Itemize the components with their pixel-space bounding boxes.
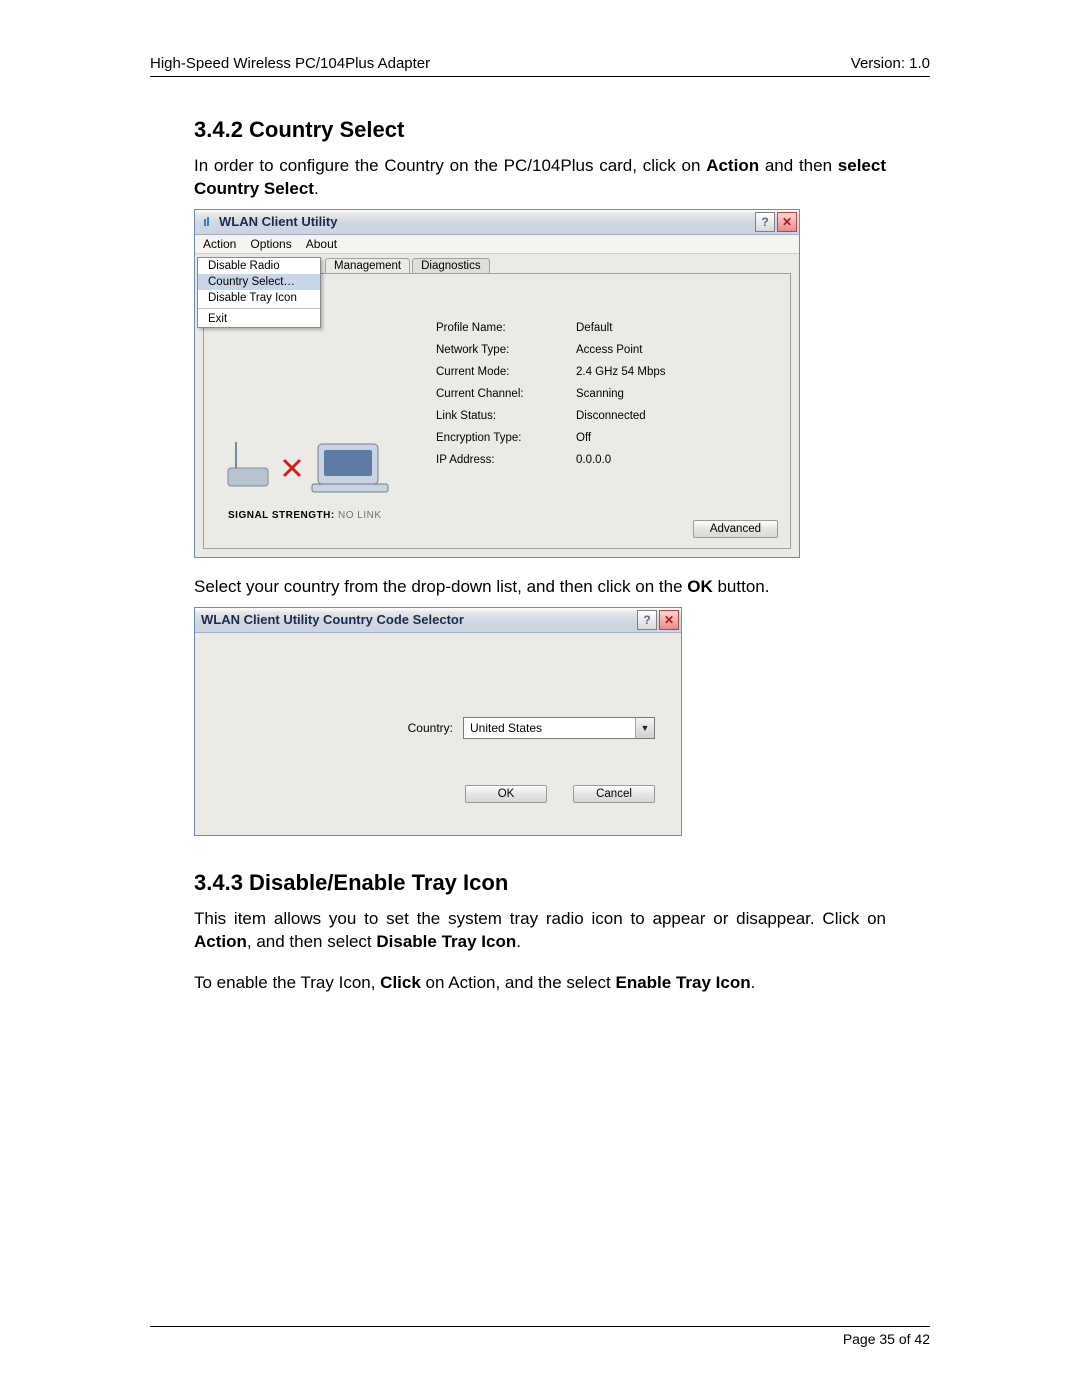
value-ip: 0.0.0.0	[576, 454, 611, 466]
label-encryption: Encryption Type:	[436, 432, 576, 444]
advanced-button[interactable]: Advanced	[693, 520, 778, 538]
header-left: High-Speed Wireless PC/104Plus Adapter	[150, 55, 430, 72]
help-button[interactable]: ?	[637, 610, 657, 630]
menu-separator	[198, 308, 320, 309]
value-current-channel: Scanning	[576, 388, 624, 400]
section-heading-342: 3.4.2 Country Select	[194, 117, 886, 143]
value-profile: Default	[576, 322, 612, 334]
value-current-mode: 2.4 GHz 54 Mbps	[576, 366, 665, 378]
value-network-type: Access Point	[576, 344, 642, 356]
country-dropdown[interactable]: United States ▼	[463, 717, 655, 739]
tab-diagnostics[interactable]: Diagnostics	[412, 258, 489, 273]
close-button[interactable]: ✕	[777, 212, 797, 232]
menu-item-disable-radio[interactable]: Disable Radio	[198, 258, 320, 274]
ok-button[interactable]: OK	[465, 785, 547, 803]
country-label: Country:	[408, 721, 453, 735]
help-icon: ?	[643, 613, 650, 627]
page-header: High-Speed Wireless PC/104Plus Adapter V…	[150, 55, 930, 77]
titlebar[interactable]: WLAN Client Utility Country Code Selecto…	[195, 608, 681, 633]
chevron-down-icon: ▼	[635, 718, 654, 738]
header-right: Version: 1.0	[851, 55, 930, 72]
country-selector-window: WLAN Client Utility Country Code Selecto…	[194, 607, 682, 836]
close-button[interactable]: ✕	[659, 610, 679, 630]
label-network-type: Network Type:	[436, 344, 576, 356]
app-icon	[201, 215, 215, 229]
wlan-utility-window: WLAN Client Utility ? ✕ Action Options A…	[194, 209, 800, 558]
menu-action[interactable]: Action	[203, 237, 236, 251]
menu-item-disable-tray[interactable]: Disable Tray Icon	[198, 290, 320, 306]
sec2-p1: This item allows you to set the system t…	[194, 908, 886, 954]
window-title: WLAN Client Utility Country Code Selecto…	[201, 612, 637, 627]
country-value: United States	[464, 721, 635, 735]
label-profile: Profile Name:	[436, 322, 576, 334]
page-footer: Page 35 of 42	[150, 1326, 930, 1347]
client-area: Disable Radio Country Select… Disable Tr…	[195, 254, 799, 557]
menu-item-exit[interactable]: Exit	[198, 311, 320, 327]
help-button[interactable]: ?	[755, 212, 775, 232]
menu-options[interactable]: Options	[250, 237, 291, 251]
dialog-body: Country: United States ▼ OK Cancel	[195, 633, 681, 835]
page-number: Page 35 of 42	[843, 1331, 930, 1347]
help-icon: ?	[761, 215, 768, 229]
value-encryption: Off	[576, 432, 591, 444]
tab-management[interactable]: Management	[325, 258, 410, 273]
titlebar[interactable]: WLAN Client Utility ? ✕	[195, 210, 799, 235]
value-link-status: Disconnected	[576, 410, 646, 422]
label-current-channel: Current Channel:	[436, 388, 576, 400]
tab-row: Management Diagnostics	[325, 258, 791, 273]
section-heading-343: 3.4.3 Disable/Enable Tray Icon	[194, 870, 886, 896]
menu-about[interactable]: About	[306, 237, 337, 251]
cancel-button[interactable]: Cancel	[573, 785, 655, 803]
sec2-p2: To enable the Tray Icon, Click on Action…	[194, 972, 886, 995]
window-title: WLAN Client Utility	[219, 214, 755, 229]
action-dropdown: Disable Radio Country Select… Disable Tr…	[197, 257, 321, 328]
close-icon: ✕	[782, 215, 792, 229]
close-icon: ✕	[664, 613, 674, 627]
signal-strength: SIGNAL STRENGTH: NO LINK	[228, 510, 382, 521]
label-link-status: Link Status:	[436, 410, 576, 422]
menu-item-country-select[interactable]: Country Select…	[198, 274, 320, 290]
label-current-mode: Current Mode:	[436, 366, 576, 378]
sec1-p2: Select your country from the drop-down l…	[194, 576, 886, 599]
sec1-p1: In order to configure the Country on the…	[194, 155, 886, 201]
network-illustration	[222, 424, 402, 504]
label-ip: IP Address:	[436, 454, 576, 466]
menubar: Action Options About	[195, 235, 799, 254]
info-grid: Profile Name:Default Network Type:Access…	[436, 322, 778, 476]
